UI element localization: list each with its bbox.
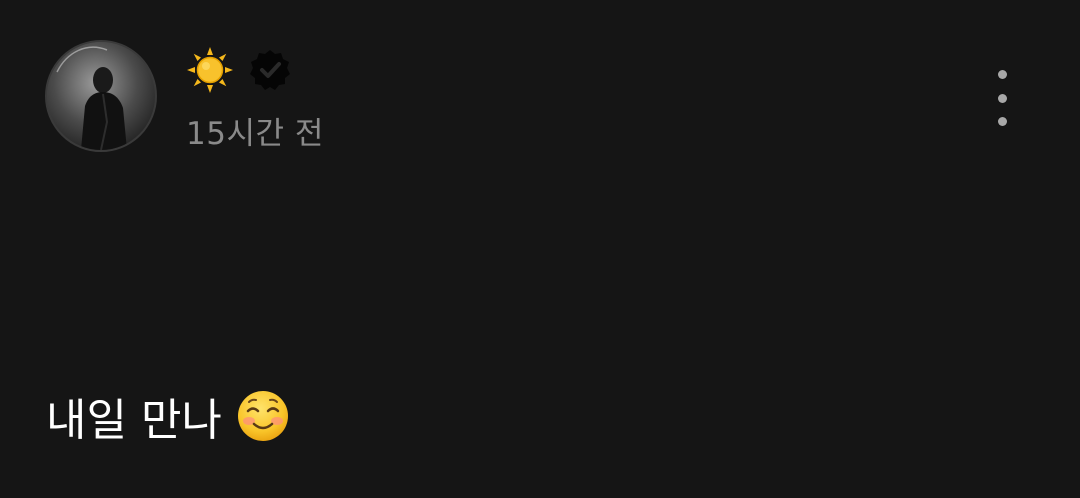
post-card: 15시간 전 내일 만나 [0, 0, 1080, 498]
post-body-text: 내일 만나 [46, 395, 222, 446]
avatar[interactable] [45, 40, 157, 152]
author-row [186, 46, 292, 94]
sun-emoji-icon [187, 47, 233, 93]
smiling-face-emoji-icon [237, 391, 288, 441]
post-timestamp: 15시간 전 [186, 116, 324, 152]
verified-badge-icon [250, 50, 290, 90]
more-vertical-icon-dot [997, 70, 1007, 79]
more-options-button[interactable] [988, 70, 1016, 126]
more-vertical-icon-dot [997, 93, 1007, 103]
post-body: 내일 만나 [46, 384, 290, 448]
more-vertical-icon-dot [997, 117, 1007, 126]
profile-photo [47, 42, 155, 150]
